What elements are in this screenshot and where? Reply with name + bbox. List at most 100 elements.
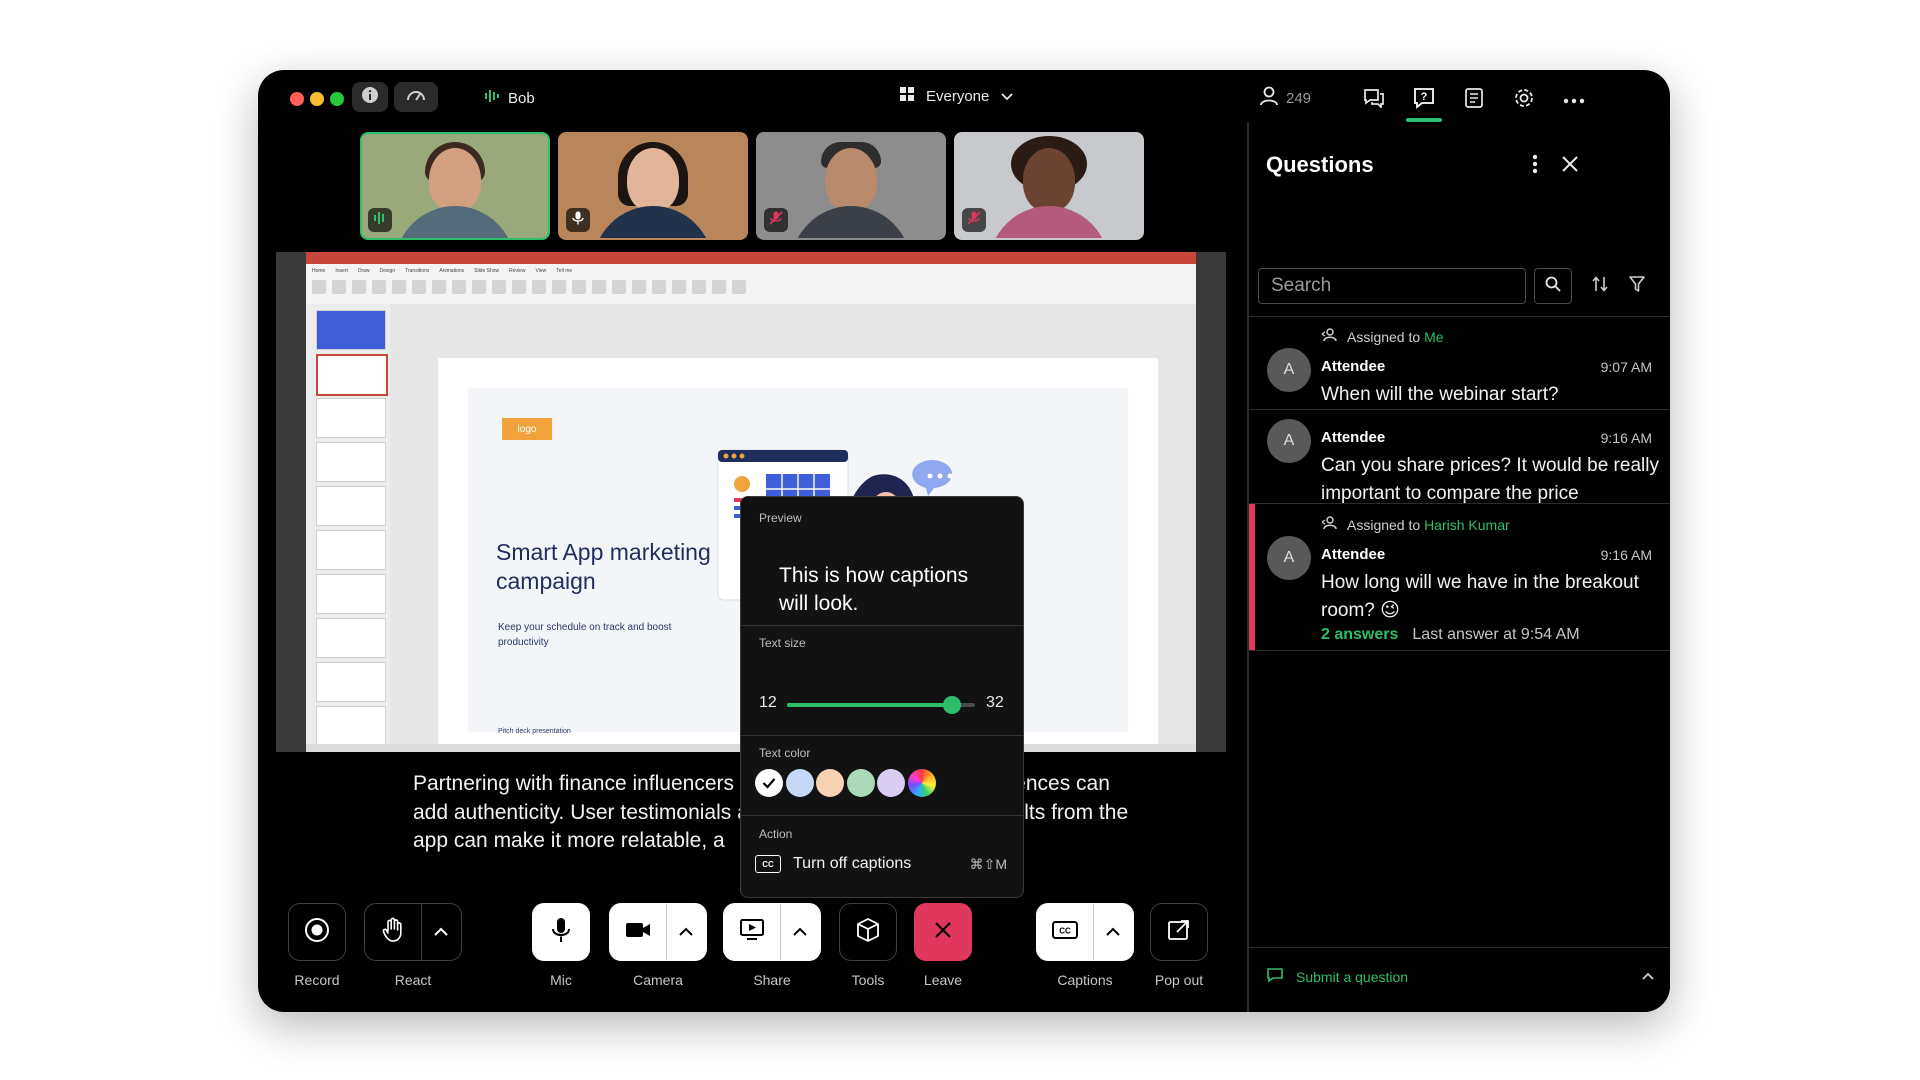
slide-thumbnail — [316, 310, 386, 350]
react-button-group — [364, 903, 462, 961]
questions-panel: Questions Search Assigned to Me A Attend… — [1247, 122, 1670, 1012]
turn-off-captions-item[interactable]: CC Turn off captions ⌘⇧M — [755, 850, 1007, 878]
slide-thumbnail — [316, 486, 386, 526]
mic-button[interactable] — [532, 903, 590, 961]
sort-button[interactable] — [1586, 272, 1614, 300]
ribbon-tab: Tell me — [556, 268, 573, 274]
question-item[interactable]: Assigned to Me A Attendee 9:07 AM When w… — [1249, 316, 1670, 405]
text-size-max: 32 — [986, 694, 1004, 711]
closed-captions-icon: CC — [755, 855, 781, 873]
notes-button[interactable] — [1456, 82, 1492, 118]
color-swatch[interactable] — [816, 769, 844, 797]
share-screen-icon — [739, 918, 765, 947]
color-swatch[interactable] — [846, 769, 875, 797]
ribbon-tools — [312, 280, 746, 294]
answers-count-link[interactable]: 2 answers — [1321, 626, 1398, 644]
color-swatch[interactable] — [755, 769, 783, 797]
record-icon — [304, 917, 330, 948]
react-button[interactable] — [365, 904, 421, 960]
text-size-slider[interactable] — [787, 696, 975, 714]
turn-off-captions-label: Turn off captions — [793, 855, 912, 872]
meeting-info-button[interactable] — [352, 82, 388, 112]
captions-button[interactable]: CC — [1037, 904, 1093, 960]
color-swatch[interactable] — [877, 769, 905, 797]
question-text: When will the webinar start? — [1321, 384, 1559, 405]
tools-control — [839, 903, 897, 961]
text-size-slider-thumb[interactable] — [943, 696, 962, 714]
slide-subtitle: Keep your schedule on track and boost pr… — [498, 622, 672, 648]
share-button[interactable] — [724, 904, 780, 960]
question-bubble-icon — [1266, 967, 1284, 986]
ribbon-tab: Insert — [335, 268, 348, 274]
caption-settings-popover: Preview This is how captions will look. … — [740, 496, 1024, 898]
popout-button[interactable] — [1150, 903, 1208, 961]
chevron-down-icon — [1001, 88, 1014, 105]
speed-gauge-icon — [406, 87, 426, 108]
share-button-group — [723, 903, 821, 961]
video-tile[interactable] — [954, 132, 1144, 240]
close-window-button[interactable] — [290, 92, 304, 106]
participant-count: 249 — [1286, 89, 1312, 107]
camera-options-button[interactable] — [667, 904, 706, 960]
participants-button[interactable]: 249 — [1260, 86, 1311, 110]
video-tile[interactable] — [756, 132, 946, 240]
chevron-up-icon — [679, 923, 694, 941]
react-label: React — [394, 972, 432, 988]
captions-control: CC — [1036, 903, 1134, 961]
slide-footer: Pitch deck presentation — [498, 728, 571, 735]
share-options-button[interactable] — [781, 904, 820, 960]
meeting-window: Bob Everyone 249 ? Home Insert Draw Desi… — [258, 70, 1670, 1012]
closed-captions-icon: CC — [1051, 920, 1078, 944]
questions-button[interactable]: ? — [1406, 82, 1442, 118]
active-speaker: Bob — [484, 88, 535, 108]
microphone-icon — [551, 917, 571, 948]
filter-button[interactable] — [1623, 272, 1651, 300]
captions-options-button[interactable] — [1094, 904, 1133, 960]
color-swatch-multicolor[interactable] — [907, 769, 936, 797]
record-button[interactable] — [288, 903, 346, 961]
chat-button[interactable] — [1356, 82, 1392, 118]
slide-thumbnail — [316, 530, 386, 570]
chat-icon — [1363, 88, 1385, 113]
assigned-prefix: Assigned to Harish Kumar — [1347, 516, 1510, 533]
search-icon — [1545, 276, 1561, 297]
more-options-button[interactable] — [1556, 82, 1592, 118]
panel-more-button[interactable] — [1523, 151, 1547, 181]
video-tile[interactable] — [360, 132, 550, 240]
caption-preview-text: This is how captions will look. — [779, 564, 969, 615]
question-item[interactable]: A Attendee 9:16 AM Can you share prices?… — [1249, 409, 1670, 504]
submit-question-label: Submit a question — [1296, 968, 1409, 985]
settings-button[interactable] — [1506, 82, 1542, 118]
close-panel-button[interactable] — [1555, 151, 1585, 181]
search-button[interactable] — [1534, 268, 1572, 304]
slide-thumbnail — [316, 442, 386, 482]
text-color-label: Text color — [759, 746, 811, 760]
leave-button[interactable] — [914, 903, 972, 961]
network-status-button[interactable] — [394, 82, 438, 112]
maximize-window-button[interactable] — [330, 92, 344, 106]
slide-thumbnail — [316, 662, 386, 702]
participant-body — [989, 206, 1109, 238]
layout-selector[interactable]: Everyone — [900, 87, 1014, 105]
ribbon-tab: View — [535, 268, 547, 274]
question-item[interactable]: Assigned to Harish Kumar A Attendee 9:16… — [1249, 504, 1670, 650]
ribbon-tab: Review — [509, 268, 526, 274]
questions-search-input[interactable] — [1258, 268, 1526, 304]
expand-submit-button[interactable] — [1638, 966, 1658, 986]
person-icon — [1260, 86, 1278, 110]
leave-label: Leave — [923, 972, 963, 988]
color-swatch[interactable] — [785, 769, 814, 797]
submit-question-button[interactable]: Submit a question — [1266, 967, 1408, 986]
slide-thumbnail — [316, 618, 386, 658]
popout-label: Pop out — [1154, 972, 1204, 988]
microphone-icon — [572, 211, 584, 230]
camera-button[interactable] — [610, 904, 666, 960]
more-vertical-icon — [1532, 154, 1538, 179]
filter-icon — [1628, 275, 1646, 298]
video-tile[interactable] — [558, 132, 748, 240]
react-options-button[interactable] — [422, 904, 461, 960]
minimize-window-button[interactable] — [310, 92, 324, 106]
mic-muted-badge — [764, 208, 788, 232]
tools-button[interactable] — [839, 903, 897, 961]
leave-control — [914, 903, 972, 961]
